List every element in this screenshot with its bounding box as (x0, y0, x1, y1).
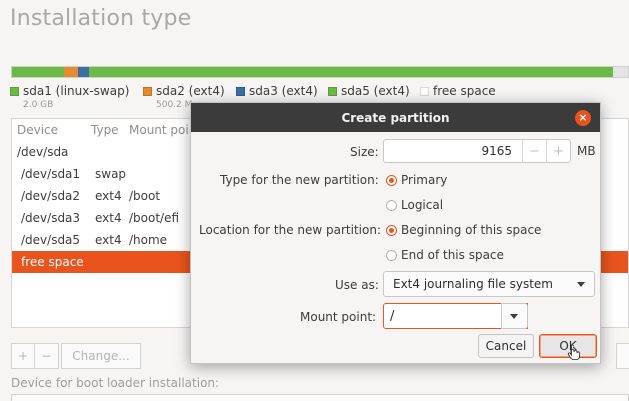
cell-device: /dev/sda5 (21, 233, 81, 247)
radio-label: Primary (401, 173, 448, 187)
create-partition-dialog: Create partition × Size: 9165 − + MB Typ… (190, 102, 601, 364)
radio-beginning[interactable]: Beginning of this space (386, 223, 541, 237)
cell-type: ext4 (95, 189, 122, 203)
location-label: Location for the new partition: (199, 223, 381, 237)
legend-swatch-icon (420, 86, 429, 96)
legend-swatch-icon (143, 86, 152, 96)
legend-label: sda1 (linux-swap) (23, 84, 130, 98)
disk-segment-free (612, 67, 628, 77)
disk-segment-sda5 (88, 67, 613, 77)
disk-segment-sda1 (12, 67, 65, 77)
cell-type: ext4 (95, 211, 122, 225)
radio-label: Logical (401, 198, 444, 212)
cell-device: /dev/sda1 (21, 167, 81, 181)
radio-label: End of this space (401, 248, 504, 262)
cell-device: /dev/sda2 (21, 189, 81, 203)
dialog-title: Create partition (341, 110, 450, 125)
legend-swatch-icon (236, 86, 245, 96)
close-icon[interactable]: × (575, 110, 591, 126)
size-label: Size: (350, 145, 379, 159)
legend-label: sda2 (ext4) (156, 84, 225, 98)
legend-swatch-icon (328, 86, 337, 96)
filesystem-value: Ext4 journaling file system (393, 277, 553, 291)
legend-label: sda5 (ext4) (341, 84, 410, 98)
legend-size: 2.0 GB (23, 100, 54, 110)
add-partition-button[interactable]: + (11, 343, 35, 369)
cell-device: /dev/sda (17, 145, 69, 159)
filesystem-select[interactable]: Ext4 journaling file system (383, 271, 595, 297)
disk-segment-sda3 (77, 67, 89, 77)
size-input[interactable]: 9165 (384, 144, 522, 158)
boot-loader-label: Device for boot loader installation: (11, 376, 220, 390)
legend-label: free space (433, 84, 496, 98)
change-partition-button[interactable]: Change... (61, 343, 141, 369)
disk-segment-sda2 (64, 67, 78, 77)
legend-swatch-icon (10, 86, 19, 96)
size-spinbox[interactable]: 9165 − + (383, 139, 571, 163)
mount-point-label: Mount point: (300, 310, 377, 324)
radio-primary[interactable]: Primary (386, 173, 447, 187)
legend-item-sda3: sda3 (ext4) (236, 84, 318, 98)
increment-button[interactable]: + (546, 140, 570, 162)
mount-point-dropdown-button[interactable] (501, 303, 528, 329)
chevron-down-icon (577, 282, 585, 287)
decrement-button[interactable]: − (522, 140, 546, 162)
cell-type: ext4 (95, 233, 122, 247)
size-unit: MB (577, 144, 596, 158)
radio-selected-icon (386, 174, 397, 186)
disk-usage-bar (11, 66, 629, 78)
cell-device: free space (21, 255, 84, 269)
radio-end[interactable]: End of this space (386, 248, 504, 262)
column-header-device[interactable]: Device (17, 123, 91, 137)
dialog-titlebar: Create partition × (191, 103, 600, 132)
cancel-button[interactable]: Cancel (478, 334, 534, 358)
type-label: Type for the new partition: (220, 173, 379, 187)
useas-label: Use as: (335, 278, 379, 292)
legend-item-sda5: sda5 (ext4) (328, 84, 410, 98)
chevron-down-icon (510, 314, 518, 319)
boot-loader-select[interactable] (11, 394, 629, 401)
column-header-type[interactable]: Type (91, 123, 129, 137)
legend-item-sda1: sda1 (linux-swap) 2.0 GB (10, 84, 129, 110)
radio-unselected-icon (386, 249, 397, 261)
hand-cursor-icon (567, 345, 580, 360)
radio-logical[interactable]: Logical (386, 198, 443, 212)
page-title: Installation type (10, 6, 192, 31)
radio-selected-icon (386, 224, 397, 236)
legend-label: sda3 (ext4) (249, 84, 318, 98)
remove-partition-button[interactable]: − (34, 343, 59, 369)
radio-unselected-icon (386, 199, 397, 211)
cell-device: /dev/sda3 (21, 211, 81, 225)
mount-point-value: / (390, 308, 395, 324)
new-partition-table-button[interactable] (616, 343, 629, 369)
radio-label: Beginning of this space (401, 223, 542, 237)
cell-type: swap (95, 167, 127, 181)
legend-item-free-space: free space (420, 84, 496, 98)
